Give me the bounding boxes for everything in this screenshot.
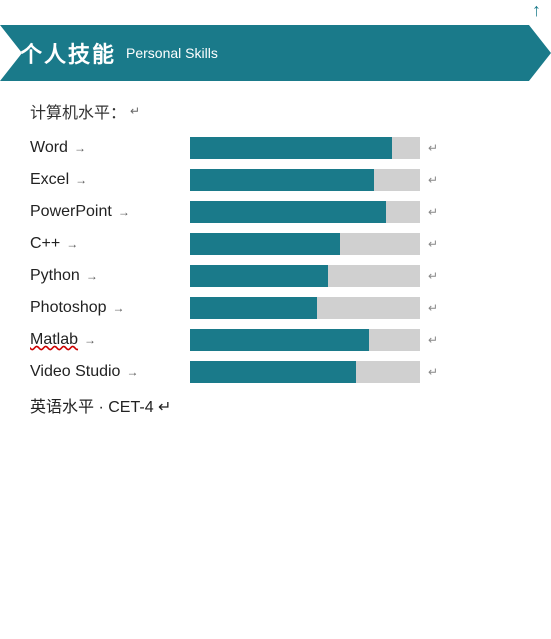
skill-row: Photoshop → ↵ (30, 297, 521, 319)
skill-bar-fill (190, 265, 328, 287)
skill-arrow-icon: → (84, 333, 96, 347)
skill-row: Matlab → ↵ (30, 329, 521, 351)
skill-row: PowerPoint → ↵ (30, 201, 521, 223)
skill-name-photoshop: Photoshop → (30, 299, 190, 317)
skill-arrow-icon: → (118, 205, 130, 219)
skill-bar-container (190, 361, 420, 383)
skill-name-matlab: Matlab → (30, 331, 190, 349)
skill-name-powerpoint: PowerPoint → (30, 203, 190, 221)
english-level-detail: · CET-4 (98, 399, 153, 416)
return-icon: ↵ (428, 269, 438, 283)
skill-bar-fill (190, 137, 392, 159)
skill-arrow-icon: → (126, 365, 138, 379)
computer-level-return: ↵ (130, 104, 140, 118)
return-icon: ↵ (428, 365, 438, 379)
computer-level-text: 计算机水平： (30, 99, 126, 123)
skill-bar-container (190, 233, 420, 255)
section-header-subtitle: Personal Skills (126, 45, 218, 61)
skill-name-video-studio: Video Studio → (30, 363, 190, 381)
top-arrow-indicator: ↑ (0, 0, 551, 21)
skill-bar-container (190, 297, 420, 319)
skill-bar-container (190, 137, 420, 159)
skill-row: Word → ↵ (30, 137, 521, 159)
skill-arrow-icon: → (66, 237, 78, 251)
content-area: 计算机水平： ↵ Word →↵Excel →↵PowerPoint →↵C++… (0, 99, 551, 417)
return-icon: ↵ (428, 333, 438, 347)
skill-arrow-icon: → (74, 141, 86, 155)
return-icon: ↵ (428, 173, 438, 187)
english-level-return: ↵ (158, 399, 171, 416)
skill-arrow-icon: → (113, 301, 125, 315)
skill-name-c++: C++ → (30, 235, 190, 253)
skill-bar-fill (190, 201, 386, 223)
section-header: 个人技能 Personal Skills (0, 25, 551, 81)
page-container: ↑ 个人技能 Personal Skills 计算机水平： ↵ Word →↵E… (0, 0, 551, 417)
skill-name-word: Word → (30, 139, 190, 157)
skill-bar-fill (190, 169, 374, 191)
skill-row: Python → ↵ (30, 265, 521, 287)
return-icon: ↵ (428, 141, 438, 155)
skill-bar-fill (190, 233, 340, 255)
skill-name-excel: Excel → (30, 171, 190, 189)
skill-name-python: Python → (30, 267, 190, 285)
skill-bar-container (190, 201, 420, 223)
skill-bar-container (190, 265, 420, 287)
return-icon: ↵ (428, 301, 438, 315)
english-level-row: 英语水平 · CET-4 ↵ (30, 393, 521, 417)
skill-arrow-icon: → (75, 173, 87, 187)
computer-level-label: 计算机水平： ↵ (30, 99, 521, 123)
skills-list: Word →↵Excel →↵PowerPoint →↵C++ →↵Python… (30, 137, 521, 383)
skill-bar-fill (190, 329, 369, 351)
skill-bar-fill (190, 297, 317, 319)
skill-row: C++ → ↵ (30, 233, 521, 255)
skill-arrow-icon: → (86, 269, 98, 283)
skill-bar-fill (190, 361, 356, 383)
return-icon: ↵ (428, 237, 438, 251)
skill-bar-container (190, 329, 420, 351)
section-header-title: 个人技能 (20, 37, 116, 69)
return-icon: ↵ (428, 205, 438, 219)
skill-bar-container (190, 169, 420, 191)
skill-row: Excel → ↵ (30, 169, 521, 191)
skill-row: Video Studio → ↵ (30, 361, 521, 383)
english-level-label: 英语水平 (30, 399, 94, 416)
